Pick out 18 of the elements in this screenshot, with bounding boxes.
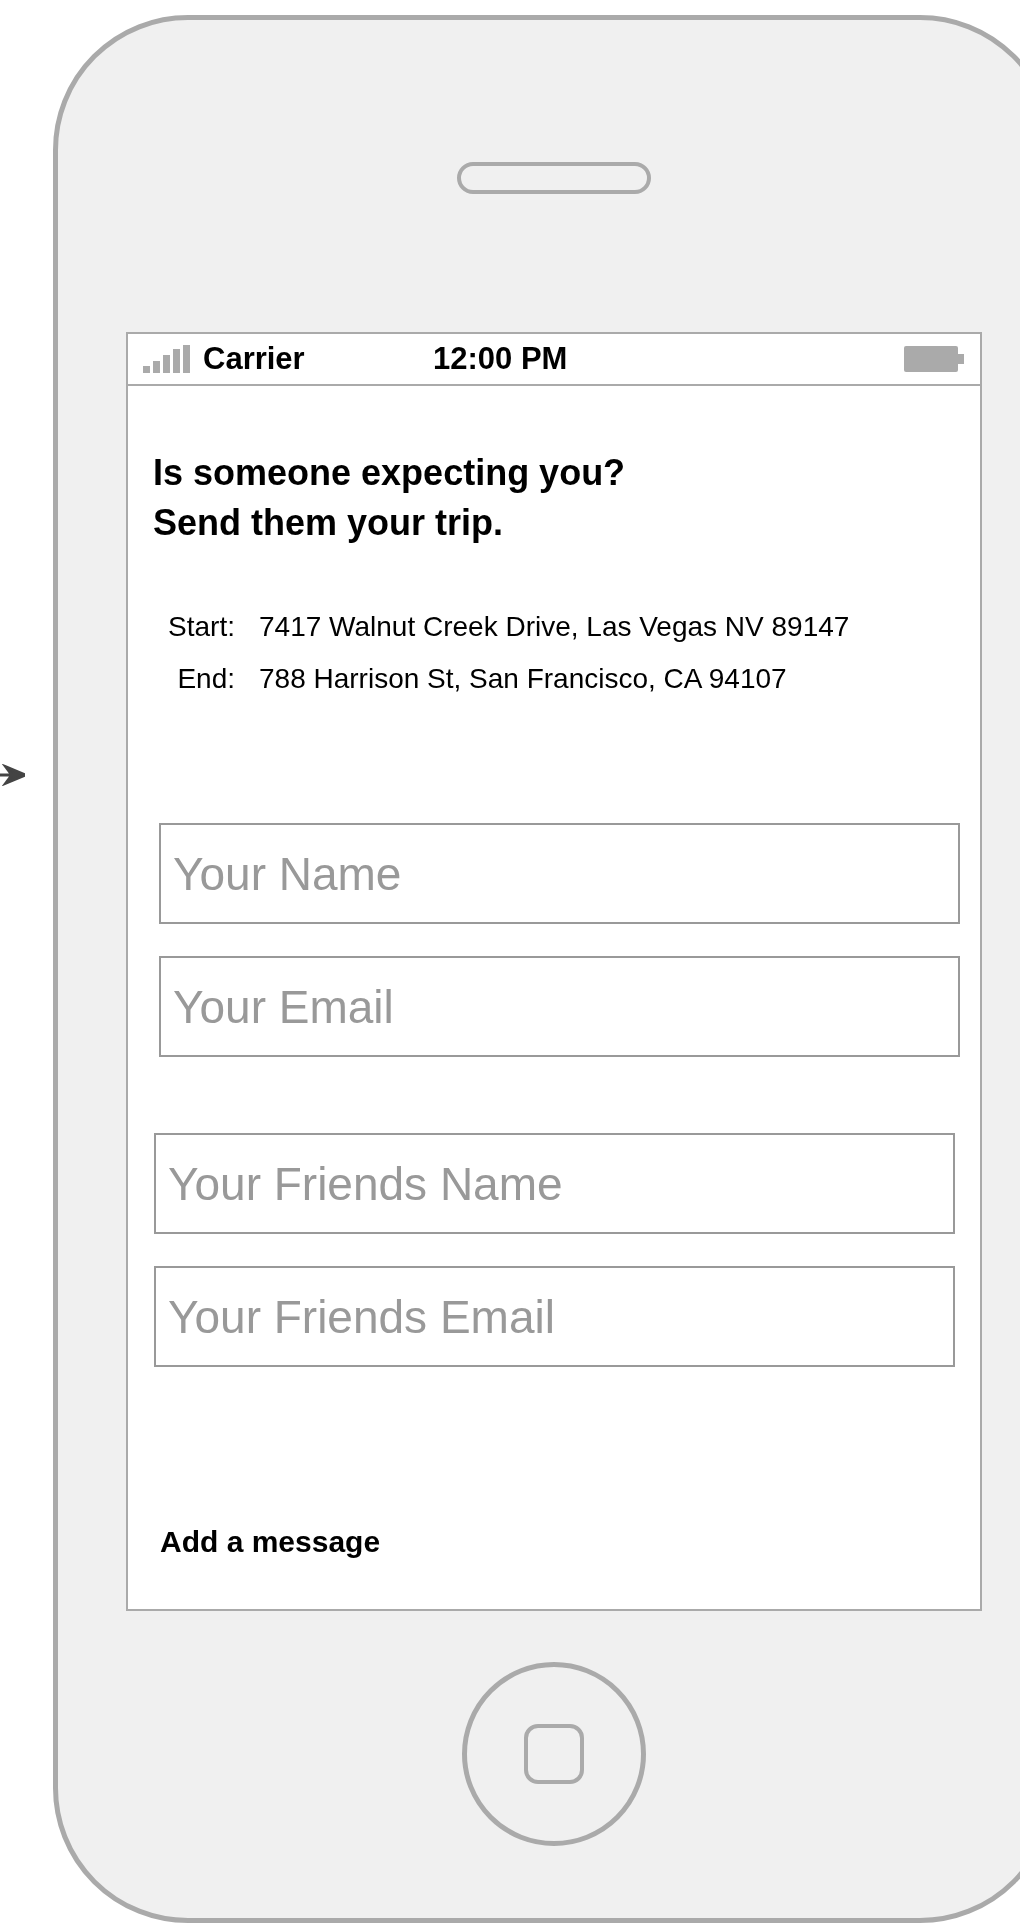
input-field[interactable]: Your Friends Name: [154, 1133, 955, 1234]
heading-text: Send them your trip.: [153, 501, 505, 545]
clock-time: 12:00 PM: [433, 339, 568, 378]
add-message-link[interactable]: Add a message: [160, 1522, 381, 1562]
trip-address: 7417 Walnut Creek Drive, Las Vegas NV 89147: [259, 611, 850, 642]
home-button[interactable]: [462, 1662, 646, 1846]
signal-icon: [143, 345, 191, 373]
arrow-icon: [0, 763, 25, 786]
input-field[interactable]: Your Friends Email: [154, 1266, 955, 1367]
trip-label: Start:: [167, 610, 235, 644]
input-field[interactable]: Your Name: [159, 823, 960, 924]
input-field[interactable]: Your Email: [159, 956, 960, 1057]
battery-icon: [904, 346, 964, 372]
speaker-icon: [457, 162, 651, 194]
trip-label: End:: [176, 662, 235, 696]
carrier-label: Carrier: [203, 339, 306, 378]
heading-text: Is someone expecting you?: [153, 451, 627, 495]
trip-address: 788 Harrison St, San Francisco, CA 94107: [259, 663, 787, 694]
